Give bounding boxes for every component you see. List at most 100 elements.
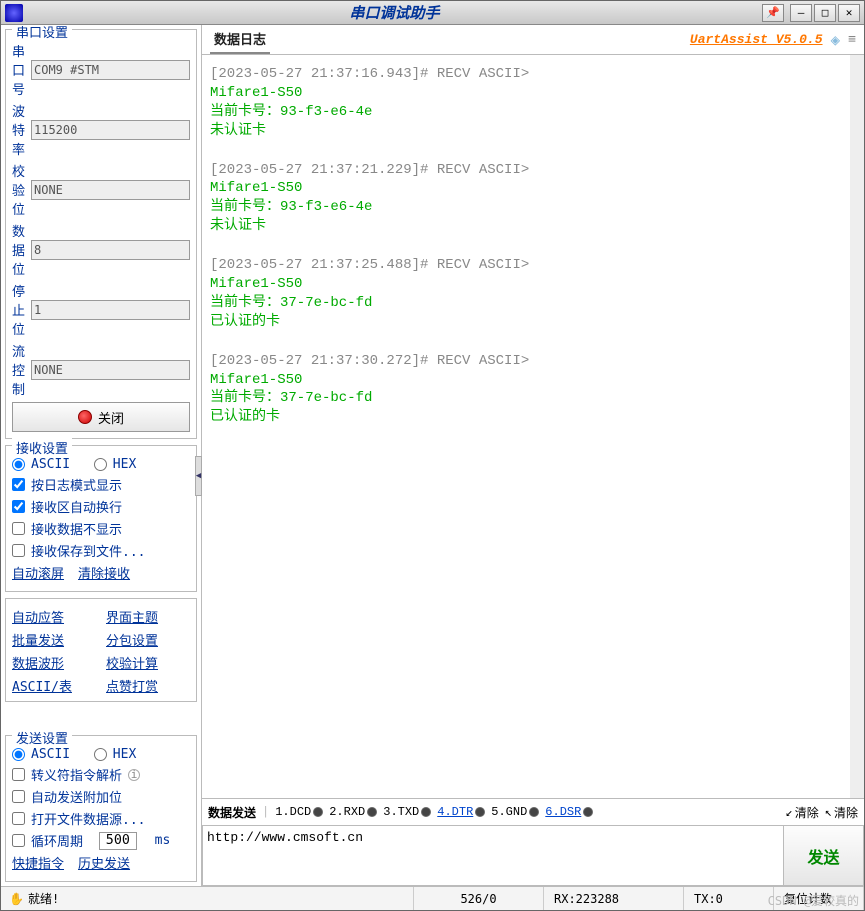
parity-label: 校验位	[12, 161, 27, 218]
log-timestamp: [2023-05-27 21:37:21.229]# RECV ASCII>	[210, 161, 842, 180]
append-check[interactable]	[12, 790, 25, 803]
titlebar: 串口调试助手 📌 — □ ✕	[1, 1, 864, 25]
stopbits-select[interactable]	[31, 300, 190, 320]
send-ascii-radio[interactable]	[12, 748, 25, 761]
minimize-button[interactable]: —	[790, 4, 812, 22]
flow-select[interactable]	[31, 360, 190, 380]
wave-link[interactable]: 数据波形	[12, 653, 96, 672]
log-entry: [2023-05-27 21:37:30.272]# RECV ASCII>Mi…	[210, 352, 842, 428]
pin-button[interactable]: 📌	[762, 4, 784, 22]
watermark: CSDN @爱较真的	[768, 892, 859, 909]
log-header: 数据日志	[210, 25, 270, 54]
close-port-button[interactable]: 关闭	[12, 402, 190, 432]
send-hex-radio[interactable]	[94, 748, 107, 761]
send-button[interactable]: 发送	[784, 826, 864, 886]
arrow-up-icon: ↖	[825, 805, 832, 820]
escape-label: 转义符指令解析	[31, 765, 122, 784]
theme-link[interactable]: 界面主题	[106, 607, 190, 626]
recv-settings-group: 接收设置 ASCII HEX 按日志模式显示 接收区自动换行 接收数据不显示 接…	[5, 445, 197, 592]
scrollbar-thumb[interactable]	[850, 55, 864, 95]
info-icon[interactable]: i	[128, 769, 140, 781]
recv-hex-label: HEX	[113, 457, 136, 472]
cycle-label: 循环周期	[31, 831, 83, 850]
save-check[interactable]	[12, 544, 25, 557]
log-line: 当前卡号：93-f3-e6-4e	[210, 198, 842, 217]
wrap-check[interactable]	[12, 500, 25, 513]
dsr-dot-icon	[583, 807, 593, 817]
window-title: 串口调试助手	[27, 2, 762, 23]
logmode-label: 按日志模式显示	[31, 475, 122, 494]
batchsend-link[interactable]: 批量发送	[12, 630, 96, 649]
sig-dsr[interactable]: 6.DSR	[545, 805, 581, 819]
status-dot-icon	[78, 410, 92, 424]
logmode-check[interactable]	[12, 478, 25, 491]
donate-link[interactable]: 点赞打赏	[106, 676, 190, 695]
close-port-label: 关闭	[98, 408, 124, 427]
baud-label: 波特率	[12, 101, 27, 158]
checksum-link[interactable]: 校验计算	[106, 653, 190, 672]
log-timestamp: [2023-05-27 21:37:16.943]# RECV ASCII>	[210, 65, 842, 84]
gnd-dot-icon	[529, 807, 539, 817]
asciitable-link[interactable]: ASCII/表	[12, 676, 96, 695]
shortcut-link[interactable]: 快捷指令	[12, 853, 64, 872]
sig-rxd: 2.RXD	[329, 805, 365, 819]
txd-dot-icon	[421, 807, 431, 817]
log-line: 当前卡号：37-7e-bc-fd	[210, 294, 842, 313]
diamond-icon[interactable]: ◈	[831, 30, 841, 49]
clear-down-button[interactable]: ↙清除	[786, 804, 819, 821]
status-counts: 526/0	[414, 887, 544, 910]
send-ascii-label: ASCII	[31, 747, 70, 762]
ready-icon: ✋	[9, 892, 24, 906]
sig-dcd: 1.DCD	[275, 805, 311, 819]
maximize-button[interactable]: □	[814, 4, 836, 22]
close-window-button[interactable]: ✕	[838, 4, 860, 22]
autoscroll-link[interactable]: 自动滚屏	[12, 563, 64, 582]
sig-txd: 3.TXD	[383, 805, 419, 819]
menu-icon[interactable]: ≡	[848, 32, 856, 47]
recv-ascii-radio[interactable]	[12, 458, 25, 471]
recv-hex-radio[interactable]	[94, 458, 107, 471]
history-link[interactable]: 历史发送	[78, 853, 130, 872]
status-bar: ✋就绪! 526/0 RX:223288 TX:0 复位计数 CSDN @爱较真…	[1, 886, 864, 910]
autoreply-link[interactable]: 自动应答	[12, 607, 96, 626]
tools-group: 自动应答 界面主题 批量发送 分包设置 数据波形 校验计算 ASCII/表 点赞…	[5, 598, 197, 702]
clear-up-button[interactable]: ↖清除	[825, 804, 858, 821]
clear-recv-link[interactable]: 清除接收	[78, 563, 130, 582]
log-timestamp: [2023-05-27 21:37:30.272]# RECV ASCII>	[210, 352, 842, 371]
sig-dtr[interactable]: 4.DTR	[437, 805, 473, 819]
databits-label: 数据位	[12, 221, 27, 278]
cycle-check[interactable]	[12, 834, 25, 847]
main-panel: ◀ 数据日志 UartAssist V5.0.5 ◈ ≡ [2023-05-27…	[201, 25, 864, 886]
openfile-check[interactable]	[12, 812, 25, 825]
send-group-title: 发送设置	[12, 728, 72, 747]
send-input[interactable]	[202, 826, 784, 886]
log-line: Mifare1-S50	[210, 275, 842, 294]
send-header-label: 数据发送	[208, 804, 256, 821]
log-entry: [2023-05-27 21:37:16.943]# RECV ASCII>Mi…	[210, 65, 842, 141]
log-area[interactable]: [2023-05-27 21:37:16.943]# RECV ASCII> Mi…	[202, 55, 864, 798]
log-line: 已认证的卡	[210, 408, 842, 427]
stopbits-label: 停止位	[12, 281, 27, 338]
log-line: Mifare1-S50	[210, 371, 842, 390]
cycle-input[interactable]	[99, 832, 137, 850]
hide-label: 接收数据不显示	[31, 519, 122, 538]
sidebar: 串口设置 串口号 波特率 校验位 数据位 停止位 流控制 关闭 接收设置 ASC…	[1, 25, 201, 886]
escape-check[interactable]	[12, 768, 25, 781]
brand-link[interactable]: UartAssist V5.0.5	[690, 32, 823, 47]
databits-select[interactable]	[31, 240, 190, 260]
app-icon	[5, 4, 23, 22]
collapse-handle[interactable]: ◀	[195, 456, 202, 496]
parity-select[interactable]	[31, 180, 190, 200]
split-link[interactable]: 分包设置	[106, 630, 190, 649]
send-header: 数据发送 | 1.DCD 2.RXD 3.TXD 4.DTR 5.GND 6.D…	[202, 798, 864, 826]
log-line: 未认证卡	[210, 217, 842, 236]
baud-select[interactable]	[31, 120, 190, 140]
ms-label: ms	[155, 833, 171, 848]
hide-check[interactable]	[12, 522, 25, 535]
port-select[interactable]	[31, 60, 190, 80]
log-entry: [2023-05-27 21:37:21.229]# RECV ASCII>Mi…	[210, 161, 842, 237]
status-rx: RX:223288	[544, 887, 684, 910]
save-label: 接收保存到文件...	[31, 541, 145, 560]
wrap-label: 接收区自动换行	[31, 497, 122, 516]
append-label: 自动发送附加位	[31, 787, 122, 806]
